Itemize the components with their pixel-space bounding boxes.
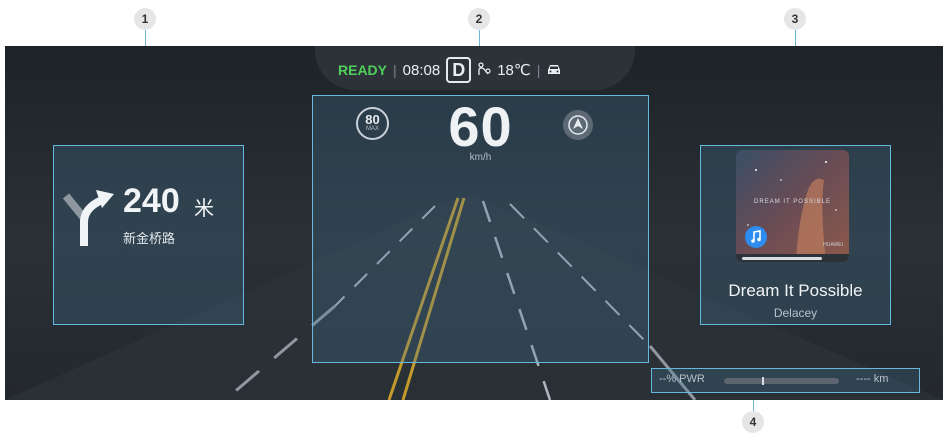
seatbelt-icon (477, 61, 491, 79)
power-percentage: --% PWR (659, 373, 705, 385)
media-panel[interactable]: DREAM IT POSSIBLE HUAWEI Dream It Possib… (700, 145, 891, 325)
divider: | (393, 62, 397, 78)
callout-4: 4 (742, 411, 764, 433)
divider: | (536, 62, 541, 78)
turn-distance: 240 (123, 182, 180, 220)
song-title: Dream It Possible (728, 281, 863, 300)
outside-temperature: 18℃ (497, 62, 531, 79)
navigation-arrow-icon[interactable] (563, 110, 593, 140)
street-name: 新金桥路 (123, 231, 176, 246)
callout-2: 2 (468, 8, 490, 30)
car-icon (546, 62, 562, 78)
album-caption: DREAM IT POSSIBLE (754, 199, 831, 205)
status-bar: READY | 08:08 D 18℃ | (338, 57, 562, 83)
album-art: DREAM IT POSSIBLE HUAWEI (736, 150, 849, 262)
remaining-range: ---- km (856, 373, 889, 385)
speed-unit: km/h (469, 152, 492, 163)
artist-name: Delacey (773, 306, 818, 320)
clock: 08:08 (402, 61, 441, 79)
ready-indicator: READY (338, 62, 388, 78)
callout-1: 1 (134, 8, 156, 30)
current-speed: 60 (448, 95, 513, 158)
gear-indicator: D (446, 57, 472, 83)
power-gauge-marker (761, 377, 764, 385)
speed-panel: 80 MAX 60 km/h (312, 95, 649, 363)
turn-right-arrow-icon (62, 190, 114, 246)
instrument-cluster: READY | 08:08 D 18℃ | 80 MAX 60 km/h 240 (5, 46, 943, 400)
music-app-icon[interactable] (744, 225, 768, 249)
album-logo: HUAWEI (823, 242, 843, 248)
power-range-bar: --% PWR ---- km (651, 368, 920, 393)
power-gauge (724, 377, 839, 385)
callout-3: 3 (784, 8, 806, 30)
navigation-panel: 240 米 新金桥路 (53, 145, 244, 325)
distance-unit: 米 (194, 198, 214, 220)
